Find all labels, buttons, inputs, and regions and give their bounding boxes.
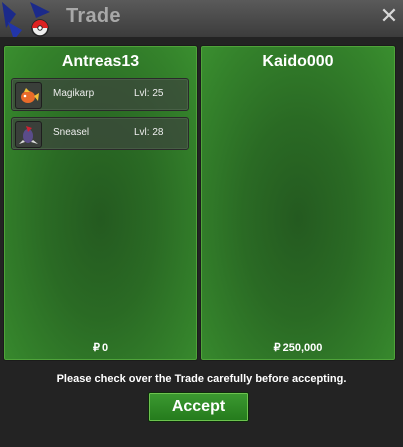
trade-item-sneasel[interactable]: Sneasel Lvl: 28 — [11, 117, 189, 150]
magikarp-icon — [15, 82, 42, 109]
currency-symbol: ₽ — [92, 342, 100, 354]
sneasel-icon — [15, 121, 42, 148]
pokeball-logo-icon — [2, 2, 50, 40]
window-title: Trade — [66, 5, 121, 27]
left-trade-panel: Antreas13 Magikarp Lvl: 25 Sneasel Lvl: … — [3, 45, 198, 361]
item-level: Lvl: 28 — [134, 127, 164, 138]
trade-body: Antreas13 Magikarp Lvl: 25 Sneasel Lvl: … — [0, 37, 403, 447]
window-titlebar: Trade ✕ — [0, 0, 403, 40]
money-amount: 0 — [101, 342, 109, 354]
left-money: ₽0 — [4, 341, 197, 354]
right-trade-panel: Kaido000 ₽250,000 — [200, 45, 396, 361]
item-name: Sneasel — [53, 127, 90, 138]
trade-notice: Please check over the Trade carefully be… — [56, 373, 347, 385]
close-icon[interactable]: ✕ — [379, 6, 399, 28]
currency-symbol: ₽ — [273, 342, 281, 354]
left-player-name: Antreas13 — [61, 53, 140, 70]
money-amount: 250,000 — [282, 342, 323, 354]
accept-button[interactable]: Accept — [148, 392, 249, 422]
item-name: Magikarp — [53, 88, 95, 99]
item-level: Lvl: 25 — [134, 88, 164, 99]
right-money: ₽250,000 — [201, 341, 395, 354]
trade-item-magikarp[interactable]: Magikarp Lvl: 25 — [11, 78, 189, 111]
right-player-name: Kaido000 — [262, 53, 334, 70]
